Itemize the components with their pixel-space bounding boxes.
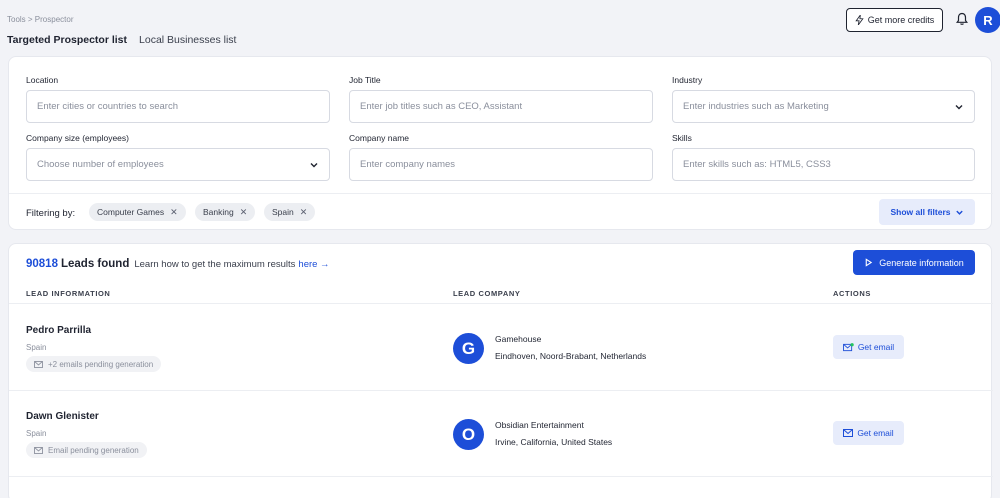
chip-label: Computer Games (97, 207, 165, 217)
skills-label: Skills (672, 133, 692, 143)
filter-divider (9, 193, 993, 194)
list-tabs: Targeted Prospector list Local Businesse… (7, 34, 236, 46)
chevron-down-icon (955, 105, 963, 110)
play-icon (865, 258, 873, 267)
close-icon[interactable]: ✕ (240, 207, 248, 218)
chevron-down-icon (955, 210, 963, 215)
pending-label: Email pending generation (48, 445, 139, 455)
mail-icon (34, 446, 43, 454)
show-all-filters-button[interactable]: Show all filters (879, 199, 975, 225)
get-more-credits-button[interactable]: Get more credits (846, 8, 943, 32)
company-logo: G (453, 333, 484, 364)
email-pending-badge: +2 emails pending generation (26, 356, 162, 372)
results-panel: 90818 Leads found Learn how to get the m… (8, 243, 993, 498)
lead-country: Spain (26, 343, 47, 352)
mail-icon (34, 360, 43, 368)
email-pending-badge: Email pending generation (26, 442, 147, 458)
skills-placeholder: Enter skills such as: HTML5, CSS3 (683, 159, 831, 170)
lead-country: Spain (26, 429, 47, 438)
company-size-select[interactable]: Choose number of employees (26, 148, 330, 181)
close-icon[interactable]: ✕ (300, 207, 308, 218)
location-input[interactable]: Enter cities or countries to search (26, 90, 330, 123)
get-email-button[interactable]: Get email (833, 421, 904, 445)
mail-add-icon (842, 342, 854, 351)
filtering-by-label: Filtering by: (26, 208, 76, 219)
lightning-icon (855, 15, 864, 25)
job-title-label: Job Title (349, 75, 381, 85)
filter-chip[interactable]: Banking ✕ (195, 203, 256, 221)
column-header-actions: ACTIONS (833, 289, 871, 298)
company-name-label: Company name (349, 133, 410, 143)
pending-label: +2 emails pending generation (48, 359, 154, 369)
filter-panel: Location Enter cities or countries to se… (8, 56, 993, 230)
credits-label: Get more credits (867, 15, 935, 25)
industry-select[interactable]: Enter industries such as Marketing (672, 90, 975, 123)
leads-summary: 90818 Leads found Learn how to get the m… (26, 258, 330, 270)
row-divider (9, 476, 993, 477)
lead-name[interactable]: Pedro Parrilla (26, 325, 91, 336)
column-header-company: LEAD COMPANY (453, 289, 521, 298)
company-name-placeholder: Enter company names (360, 159, 456, 170)
location-label: Location (26, 75, 59, 85)
company-location: Eindhoven, Noord-Brabant, Netherlands (495, 351, 647, 361)
company-name[interactable]: Gamehouse (495, 334, 541, 344)
company-size-placeholder: Choose number of employees (37, 159, 164, 170)
breadcrumb: Tools > Prospector (7, 15, 74, 24)
job-title-placeholder: Enter job titles such as CEO, Assistant (360, 101, 523, 112)
generate-label: Generate information (879, 257, 964, 268)
mail-icon (843, 429, 854, 437)
company-name[interactable]: Obsidian Entertainment (495, 420, 584, 430)
get-email-label: Get email (857, 342, 895, 352)
company-name-input[interactable]: Enter company names (349, 148, 653, 181)
lead-name[interactable]: Dawn Glenister (26, 411, 99, 422)
chip-label: Banking (203, 207, 234, 217)
leads-count: 90818 (26, 258, 58, 270)
chevron-down-icon (310, 163, 318, 168)
avatar[interactable]: R (975, 7, 1000, 33)
row-divider (9, 390, 993, 391)
leads-help-text: Learn how to get the maximum results (134, 259, 296, 270)
job-title-input[interactable]: Enter job titles such as CEO, Assistant (349, 90, 653, 123)
chip-label: Spain (272, 207, 294, 217)
bell-icon[interactable] (955, 12, 969, 26)
leads-help-link[interactable]: here → (298, 259, 329, 270)
generate-information-button[interactable]: Generate information (853, 250, 975, 275)
show-all-filters-label: Show all filters (890, 207, 951, 217)
industry-placeholder: Enter industries such as Marketing (683, 101, 829, 112)
company-size-label: Company size (employees) (26, 133, 129, 143)
industry-label: Industry (672, 75, 703, 85)
get-email-button[interactable]: Get email (833, 335, 904, 359)
leads-found-label: Leads found (60, 258, 130, 270)
tab-local-businesses[interactable]: Local Businesses list (139, 34, 236, 46)
location-placeholder: Enter cities or countries to search (37, 101, 178, 112)
tab-targeted-prospector[interactable]: Targeted Prospector list (7, 34, 127, 46)
skills-input[interactable]: Enter skills such as: HTML5, CSS3 (672, 148, 975, 181)
filter-chip[interactable]: Spain ✕ (264, 203, 316, 221)
filter-chip[interactable]: Computer Games ✕ (89, 203, 186, 221)
company-logo: O (453, 419, 484, 450)
get-email-label: Get email (857, 428, 894, 438)
close-icon[interactable]: ✕ (170, 207, 178, 218)
column-header-lead: LEAD INFORMATION (26, 289, 111, 298)
row-divider (9, 303, 993, 304)
company-location: Irvine, California, United States (495, 437, 613, 447)
